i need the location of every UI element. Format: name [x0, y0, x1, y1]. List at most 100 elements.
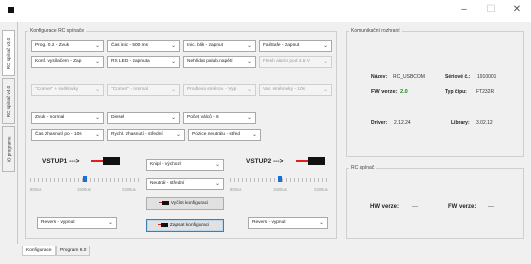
reverse1-value: Revers - vypnut	[41, 220, 75, 225]
app-icon	[8, 7, 14, 13]
chevron-down-icon: ⌄	[94, 43, 100, 49]
reverse2-value: Revers - vypnut	[252, 220, 286, 225]
driver-value: 2.12.24	[394, 120, 411, 126]
library-label: Library:	[451, 120, 470, 126]
chevron-down-icon: ⌄	[214, 162, 220, 168]
voltage-monitor-value: Nehlídat palub.napětí	[187, 59, 233, 64]
side-tabs: RC spínač v3.0 RC spínač v4.0 IO program…	[0, 22, 18, 244]
device-name-label: Název:	[371, 74, 388, 80]
indicator-delay-select: Prodleva směrov. - Vyp ⌄	[183, 84, 256, 96]
library-value: 3.02.12	[476, 120, 493, 126]
chevron-down-icon: ⌄	[322, 87, 328, 93]
side-tab-label: RC spínač v3.0	[6, 37, 11, 69]
cylinders-value: Počet válců - 6	[187, 115, 219, 120]
chevron-down-icon: ⌄	[246, 43, 252, 49]
hazard-select: Var. směrovky - 10s ⌄	[259, 84, 332, 96]
close-button[interactable]: ✕	[506, 3, 528, 17]
scale-mid: 1500us	[273, 187, 287, 192]
write-config-label: Zapsat konfiguraci	[169, 223, 210, 228]
side-tab-rc-v3[interactable]: RC spínač v3.0	[2, 30, 15, 76]
failsafe-select[interactable]: FailSafe - zapnut ⌄	[259, 40, 332, 52]
init-blink-value: Inic. blik - zapnut	[187, 43, 223, 48]
chip-label: Typ čipu:	[445, 89, 467, 95]
neutral-select[interactable]: Neutrál - střední ⌄	[146, 178, 224, 190]
side-tab-label: RC spínač v4.0	[6, 85, 11, 117]
flash-alarm-value: Flesh alarm pod 4.5 V	[263, 59, 310, 64]
engine-type-value: Diesel	[111, 115, 125, 120]
side-tab-label: IO programu	[6, 136, 12, 162]
config-group-title: Konfigurace RC spínače	[28, 28, 87, 34]
rx-led-select[interactable]: RX LED - zapnuta ⌄	[107, 56, 180, 68]
chip-value: FT232R	[476, 89, 495, 95]
corner-lights-select: "Corner" + světlovky ⌄	[31, 84, 104, 96]
scale-max: 2200us	[122, 187, 136, 192]
tab-konfigurace[interactable]: Konfigurace	[22, 246, 56, 256]
prog-select[interactable]: Prog. 0.2 - Zvuk ⌄	[31, 40, 104, 52]
hw-version-value: ---	[412, 204, 418, 210]
rx-led-value: RX LED - zapnuta	[111, 59, 150, 64]
serial-label: Sériové č.:	[445, 74, 471, 80]
reverse2-select[interactable]: Revers - vypnut ⌄	[248, 217, 328, 229]
chevron-down-icon: ⌄	[246, 87, 252, 93]
chevron-down-icon: ⌄	[94, 132, 100, 138]
chevron-down-icon: ⌄	[175, 132, 181, 138]
chevron-down-icon: ⌄	[246, 59, 252, 65]
comm-fw-label: FW verze:	[371, 89, 398, 95]
corner-lights-value: "Corner" + světlovky	[35, 87, 79, 92]
cylinders-select[interactable]: Počet válců - 6 ⌄	[183, 112, 256, 124]
stick-select[interactable]: Knipl - výchozí ⌄	[146, 159, 224, 171]
minimize-button[interactable]: –	[453, 3, 475, 17]
reverse1-select[interactable]: Revers - vypnut ⌄	[37, 217, 117, 229]
rc-group-title: RC spínač	[349, 165, 377, 171]
scale-min: 800us	[230, 187, 242, 192]
slider-thumb[interactable]	[83, 176, 87, 182]
comm-group-title: Komunikační rozhraní	[349, 28, 402, 34]
scale-mid: 1500us	[77, 187, 91, 192]
connector-icon	[157, 222, 168, 227]
input2-label: VSTUP2 --->	[246, 158, 284, 165]
flash-alarm-select: Flesh alarm pod 4.5 V ⌄	[259, 56, 332, 68]
driver-label: Driver:	[371, 120, 388, 126]
write-config-button[interactable]: Zapsat konfiguraci	[146, 219, 224, 232]
side-tab-io[interactable]: IO programu	[2, 126, 15, 172]
slider-thumb[interactable]	[278, 176, 282, 182]
side-tab-rc-v4[interactable]: RC spínač v4.0	[2, 78, 15, 124]
chevron-down-icon: ⌄	[251, 132, 257, 138]
chevron-down-icon: ⌄	[107, 220, 113, 226]
neutral-value: Neutrál - střední	[150, 181, 185, 186]
input2-slider[interactable]: 800us 1500us 2200us	[230, 174, 330, 194]
maximize-button[interactable]: ☐	[480, 3, 502, 17]
chevron-down-icon: ⌄	[170, 43, 176, 49]
corner-mode-value: "Corner" - normal	[111, 87, 148, 92]
chevron-down-icon: ⌄	[318, 220, 324, 226]
fade-time-value: Čas zhasnutí po - 10s	[35, 132, 82, 137]
init-blink-select[interactable]: Inic. blik - zapnut ⌄	[183, 40, 256, 52]
voltage-monitor-select[interactable]: Nehlídat palub.napětí ⌄	[183, 56, 256, 68]
hazard-value: Var. směrovky - 10s	[263, 87, 306, 92]
read-config-button[interactable]: Vyčíst konfiguraci	[146, 197, 224, 210]
stick-value: Knipl - výchozí	[150, 162, 182, 167]
read-config-label: Vyčíst konfiguraci	[170, 201, 209, 206]
device-name-value: RC_USBCOM	[393, 74, 425, 80]
indicator-delay-value: Prodleva směrov. - Vyp	[187, 87, 237, 92]
engine-type-select[interactable]: Diesel ⌄	[107, 112, 180, 124]
input1-slider[interactable]: 800us 1500us 2200us	[30, 174, 140, 194]
connector-icon	[158, 200, 169, 205]
neutral-pos-select[interactable]: Pozice neutrálu - střed ⌄	[188, 129, 261, 141]
connector-wire	[296, 160, 308, 162]
fade-speed-select[interactable]: Rychl. zhasnutí - střední ⌄	[107, 129, 185, 141]
chevron-down-icon: ⌄	[170, 87, 176, 93]
bottom-tab-bar: Konfigurace Program 6.0	[18, 244, 531, 264]
chevron-down-icon: ⌄	[94, 115, 100, 121]
tx-config-value: Konf. vysílačem - Zap	[35, 59, 82, 64]
sound-select[interactable]: Zvuk - normal ⌄	[31, 112, 104, 124]
fade-time-select[interactable]: Čas zhasnutí po - 10s ⌄	[31, 129, 104, 141]
tab-program[interactable]: Program 6.0	[56, 246, 91, 256]
rc-fw-version-label: FW verze:	[448, 204, 477, 210]
tx-config-select[interactable]: Konf. vysílačem - Zap ⌄	[31, 56, 104, 68]
init-time-select[interactable]: Čas inic - 500 ms ⌄	[107, 40, 180, 52]
connector-icon	[296, 157, 325, 165]
sound-value: Zvuk - normal	[35, 115, 65, 120]
title-bar: – ☐ ✕	[0, 0, 531, 22]
fade-speed-value: Rychl. zhasnutí - střední	[111, 132, 163, 137]
